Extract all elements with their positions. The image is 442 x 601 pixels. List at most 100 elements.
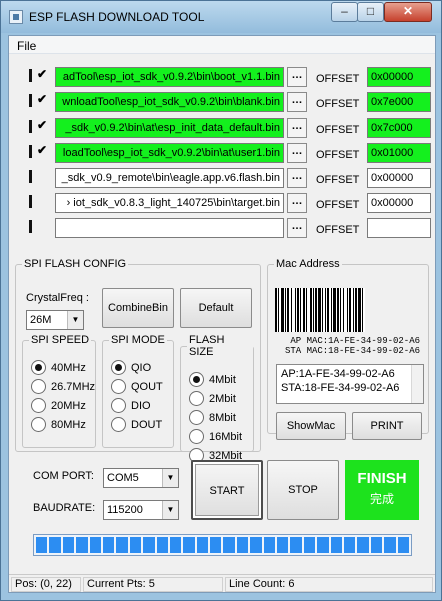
maximize-button[interactable]: □: [357, 2, 384, 22]
offset-field[interactable]: 0x00000: [367, 168, 431, 188]
bin-path-field[interactable]: adTool\esp_iot_sdk_v0.9.2\bin\boot_v1.1.…: [55, 67, 284, 87]
mac-list[interactable]: AP:1A-FE-34-99-02-A6 STA:18-FE-34-99-02-…: [276, 364, 424, 404]
radio-icon[interactable]: [189, 429, 204, 444]
row-handle: [29, 94, 32, 107]
progress-segment: [290, 537, 302, 553]
spi-mode-option[interactable]: QOUT: [111, 379, 191, 397]
mac-address-legend: Mac Address: [276, 258, 340, 270]
browse-button[interactable]: …: [287, 193, 307, 213]
radio-icon[interactable]: [111, 398, 126, 413]
radio-icon[interactable]: [31, 379, 46, 394]
radio-icon[interactable]: [189, 391, 204, 406]
bin-path-field[interactable]: _sdk_v0.9.2\bin\at\esp_init_data_default…: [55, 118, 284, 138]
radio-icon[interactable]: [31, 398, 46, 413]
radio-icon[interactable]: [31, 360, 46, 375]
bin-path-field[interactable]: _sdk_v0.9_remote\bin\eagle.app.v6.flash.…: [55, 168, 284, 188]
offset-field[interactable]: 0x7e000: [367, 92, 431, 112]
flash-size-option-label: 2Mbit: [209, 393, 236, 405]
radio-icon[interactable]: [31, 417, 46, 432]
spi-speed-option[interactable]: 80MHz: [31, 417, 111, 435]
bin-path-field[interactable]: › iot_sdk_v0.8.3_light_140725\bin\target…: [55, 193, 284, 213]
offset-field[interactable]: 0x00000: [367, 193, 431, 213]
spi-mode-option[interactable]: DIO: [111, 398, 191, 416]
crystal-freq-select[interactable]: 26M ▼: [26, 310, 84, 330]
row-handle: [29, 145, 32, 158]
row-handle: [29, 170, 32, 183]
radio-icon[interactable]: [111, 417, 126, 432]
com-port-select[interactable]: COM5 ▼: [103, 468, 179, 488]
row-checkbox[interactable]: [37, 193, 49, 207]
baudrate-select[interactable]: 115200 ▼: [103, 500, 179, 520]
window-title: ESP FLASH DOWNLOAD TOOL: [29, 10, 205, 24]
mac-list-scrollbar[interactable]: [411, 365, 423, 403]
progress-segment: [36, 537, 48, 553]
checkmark-icon[interactable]: ✔: [37, 143, 49, 157]
flash-size-option[interactable]: 4Mbit: [189, 372, 269, 390]
minimize-button[interactable]: –: [331, 2, 358, 22]
radio-icon[interactable]: [111, 360, 126, 375]
spi-mode-option[interactable]: QIO: [111, 360, 191, 378]
spi-speed-legend: SPI SPEED: [31, 334, 90, 346]
spi-speed-option-label: 26.7MHz: [51, 381, 96, 393]
mac-sta-line: STA:18-FE-34-99-02-A6: [281, 382, 400, 394]
row-checkbox[interactable]: [37, 218, 49, 232]
browse-button[interactable]: …: [287, 143, 307, 163]
bin-path-field[interactable]: loadTool\esp_iot_sdk_v0.9.2\bin\at\user1…: [55, 143, 284, 163]
flash-size-option[interactable]: 2Mbit: [189, 391, 269, 409]
spi-speed-option-label: 20MHz: [51, 400, 86, 412]
default-button[interactable]: Default: [180, 288, 252, 328]
progress-segment: [343, 537, 356, 553]
checkmark-icon[interactable]: ✔: [37, 92, 49, 106]
offset-label: OFFSET: [316, 124, 360, 136]
spi-speed-option[interactable]: 20MHz: [31, 398, 111, 416]
bin-path-field[interactable]: [55, 218, 284, 238]
status-line-count: Line Count: 6: [225, 577, 433, 592]
progress-segment: [156, 537, 168, 553]
bin-row: ✔ _sdk_v0.9.2\bin\at\esp_init_data_defaul…: [25, 117, 437, 138]
combinebin-button[interactable]: CombineBin: [102, 288, 174, 328]
finish-indicator: FINISH 完成: [345, 460, 419, 520]
browse-button[interactable]: …: [287, 67, 307, 87]
bin-row: ✔ adTool\esp_iot_sdk_v0.9.2\bin\boot_v1.1…: [25, 66, 437, 87]
print-button[interactable]: PRINT: [352, 412, 422, 440]
bin-row: › iot_sdk_v0.8.3_light_140725\bin\target…: [25, 192, 437, 213]
offset-field[interactable]: 0x00000: [367, 67, 431, 87]
spi-mode-option[interactable]: DOUT: [111, 417, 191, 435]
checkmark-icon[interactable]: ✔: [37, 118, 49, 132]
offset-field[interactable]: 0x01000: [367, 143, 431, 163]
spi-speed-option[interactable]: 40MHz: [31, 360, 111, 378]
offset-field[interactable]: 0x7c000: [367, 118, 431, 138]
finish-subtext: 完成: [369, 492, 394, 506]
flash-size-option[interactable]: 8Mbit: [189, 410, 269, 428]
download-progress-bar: [33, 534, 412, 556]
flash-size-option[interactable]: 16Mbit: [189, 429, 269, 447]
progress-segment: [102, 537, 115, 553]
browse-button[interactable]: …: [287, 168, 307, 188]
progress-segment: [317, 537, 329, 553]
radio-icon[interactable]: [111, 379, 126, 394]
offset-label: OFFSET: [316, 224, 360, 236]
menu-file[interactable]: File: [17, 39, 36, 53]
offset-field[interactable]: [367, 218, 431, 238]
row-checkbox[interactable]: [37, 168, 49, 182]
radio-icon[interactable]: [189, 372, 204, 387]
start-button[interactable]: START: [191, 460, 263, 520]
radio-icon[interactable]: [189, 410, 204, 425]
spi-speed-option[interactable]: 26.7MHz: [31, 379, 111, 397]
spi-flash-config: SPI FLASH CONFIG CrystalFreq : 26M ▼ Com…: [15, 258, 261, 463]
bin-row: … OFFSET: [25, 217, 437, 238]
close-button[interactable]: ✕: [384, 2, 432, 22]
status-bar: Pos: (0, 22) Current Pts: 5 Line Count: …: [9, 574, 435, 592]
bin-path-field[interactable]: wnloadTool\esp_iot_sdk_v0.9.2\bin\blank.…: [55, 92, 284, 112]
browse-button[interactable]: …: [287, 118, 307, 138]
checkmark-icon[interactable]: ✔: [37, 67, 49, 81]
bin-row: ✔ loadTool\esp_iot_sdk_v0.9.2\bin\at\user…: [25, 142, 437, 163]
flash-size-option-label: 16Mbit: [209, 431, 243, 443]
browse-button[interactable]: …: [287, 218, 307, 238]
showmac-button[interactable]: ShowMac: [276, 412, 346, 440]
stop-button[interactable]: STOP: [267, 460, 339, 520]
barcode-bar: [363, 288, 365, 332]
browse-button[interactable]: …: [287, 92, 307, 112]
spi-mode-group: SPI MODE QIO QOUT DIO DOUT: [102, 334, 174, 448]
progress-segment: [397, 537, 409, 553]
